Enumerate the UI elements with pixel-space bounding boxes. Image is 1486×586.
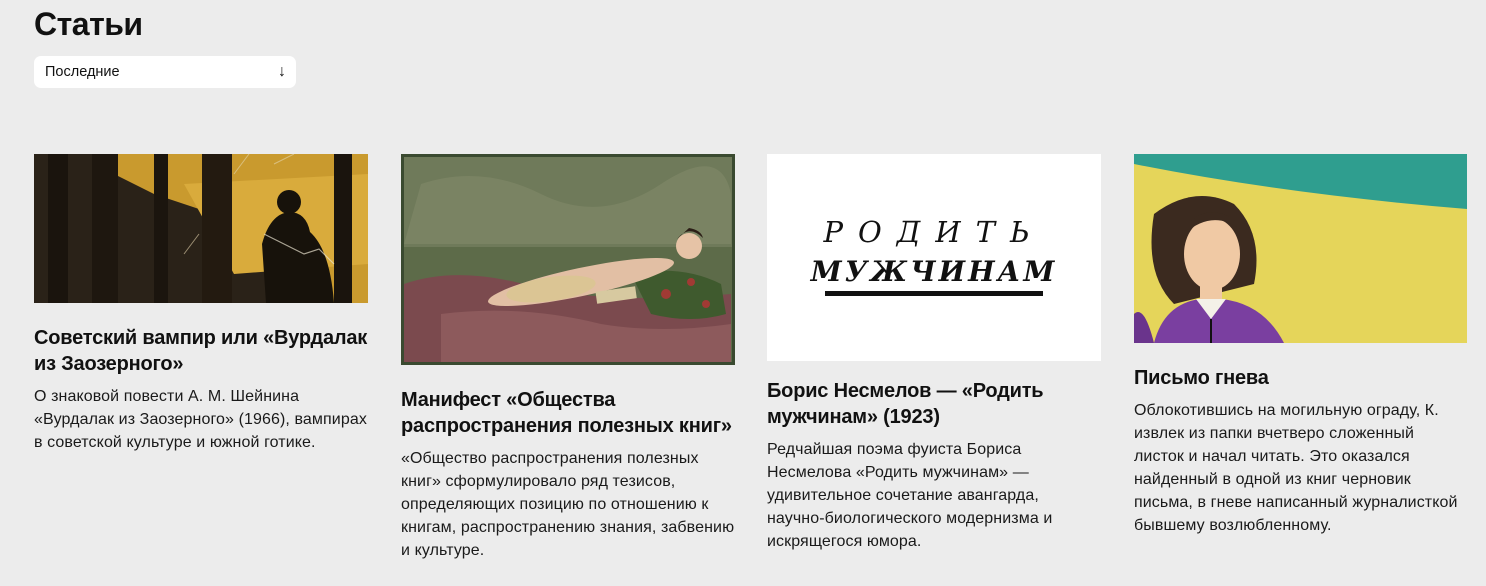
article-description: Редчайшая поэма фуиста Бориса Несмелова …	[767, 441, 1053, 550]
cover-line-1: РОДИТЬ	[822, 215, 1044, 249]
article-description: О знаковой повести А. М. Шейнина «Вурдал…	[34, 388, 367, 451]
arrow-down-icon: ↓	[278, 63, 286, 80]
article-title[interactable]: Советский вампир или «Вурдалак из Заозер…	[34, 325, 368, 377]
sort-selected-label: Последние	[45, 64, 120, 80]
article-image-postcard[interactable]	[401, 154, 735, 370]
article-image-vampire[interactable]	[34, 154, 368, 308]
vampire-illustration	[34, 154, 368, 303]
article-description: «Общество распространения полезных книг»…	[401, 450, 735, 559]
page-title: Статьи	[34, 6, 143, 42]
article-image-woman[interactable]	[1134, 154, 1468, 348]
article-card: РОДИТЬ МУЖЧИНАМ Борис Несмелов — «Родить…	[767, 154, 1101, 553]
woman-illustration	[1134, 154, 1467, 343]
sort-dropdown[interactable]: Последние ↓	[34, 56, 296, 88]
article-card: Письмо гнева Облокотившись на могильную …	[1134, 154, 1468, 537]
book-cover-image: РОДИТЬ МУЖЧИНАМ	[767, 154, 1101, 361]
article-description: Облокотившись на могильную ограду, К. из…	[1134, 402, 1458, 534]
article-card: Манифест «Общества распространения полез…	[401, 154, 735, 562]
article-card: Советский вампир или «Вурдалак из Заозер…	[34, 154, 368, 454]
cover-line-2: МУЖЧИНАМ	[810, 255, 1058, 288]
article-title[interactable]: Борис Несмелов — «Родить мужчинам» (1923…	[767, 378, 1101, 430]
article-title[interactable]: Письмо гнева	[1134, 365, 1468, 391]
article-image-book-cover[interactable]: РОДИТЬ МУЖЧИНАМ	[767, 154, 1101, 361]
vintage-postcard-image	[401, 154, 735, 365]
article-title[interactable]: Манифест «Общества распространения полез…	[401, 387, 735, 439]
